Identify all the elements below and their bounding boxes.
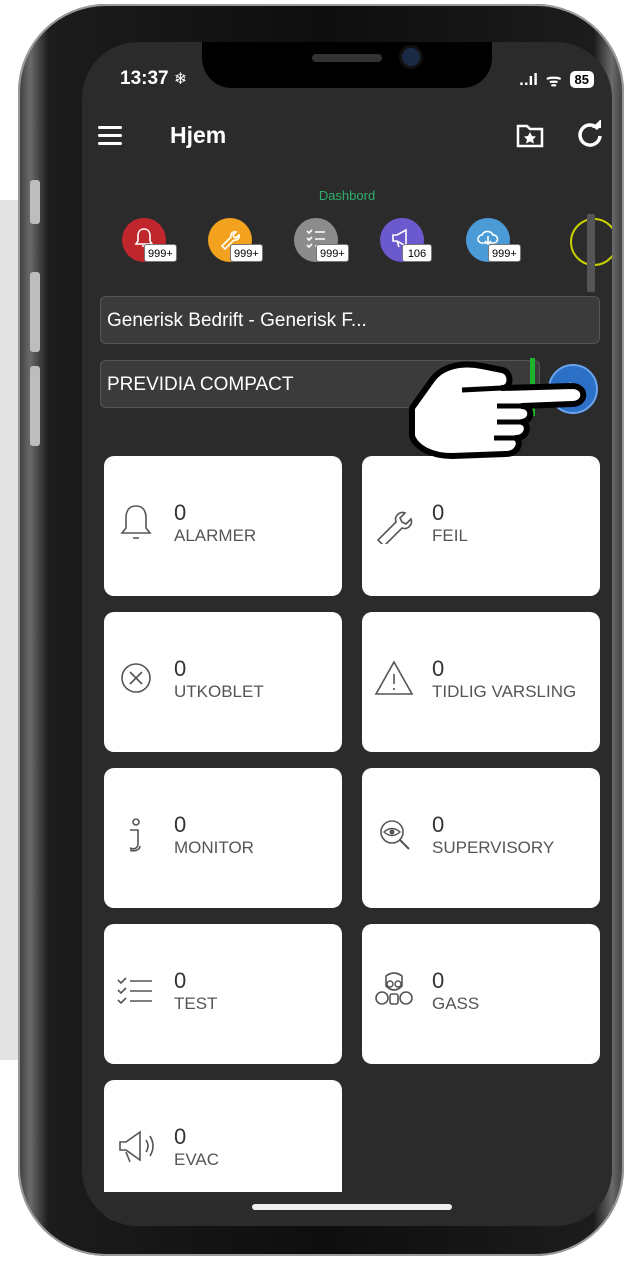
phone-side-button xyxy=(30,180,40,224)
card-count: 0 xyxy=(174,500,187,525)
card-test[interactable]: 0 TEST xyxy=(104,924,342,1064)
eye-magnifier-icon xyxy=(380,820,410,850)
app-bar: Hjem xyxy=(82,114,612,164)
favorites-folder-icon[interactable] xyxy=(516,122,544,148)
card-count: 0 xyxy=(174,812,187,837)
home-indicator[interactable] xyxy=(252,1204,452,1210)
site-selector[interactable]: Generisk Bedrift - Generisk F... xyxy=(100,296,600,344)
checklist-icon xyxy=(117,977,152,1005)
card-supervisory[interactable]: 0 SUPERVISORY xyxy=(362,768,600,908)
cloud-tile[interactable]: 999+ xyxy=(466,218,521,262)
cloud-count-badge: 999+ xyxy=(488,244,521,262)
snow-icon: ❄ xyxy=(173,71,188,88)
status-grid: 0 ALARMER 0 FEIL 0 UTKOBLET 0 TIDLIG VAR… xyxy=(82,456,612,1226)
gas-mask-icon xyxy=(375,972,413,1005)
phone-notch xyxy=(202,42,492,88)
fault-tile[interactable]: 999+ xyxy=(208,218,263,262)
card-label: TIDLIG VARSLING xyxy=(432,682,577,701)
wrench-icon xyxy=(376,511,413,544)
card-count: 0 xyxy=(432,968,445,993)
card-label: UTKOBLET xyxy=(174,682,264,701)
camera xyxy=(402,48,420,66)
wifi-icon: ᯤ xyxy=(546,71,562,90)
card-utkoblet[interactable]: 0 UTKOBLET xyxy=(104,612,342,752)
card-label: SUPERVISORY xyxy=(432,838,555,857)
card-feil[interactable]: 0 FEIL xyxy=(362,456,600,596)
card-label: ALARMER xyxy=(174,526,257,545)
card-gass[interactable]: 0 GASS xyxy=(362,924,600,1064)
test-count-badge: 999+ xyxy=(316,244,349,262)
card-count: 0 xyxy=(174,1124,187,1149)
status-time-text: 13:37 xyxy=(120,68,169,89)
test-tile[interactable]: 999+ xyxy=(294,218,349,262)
signal-icon: ..ıl xyxy=(519,69,538,89)
card-alarmer[interactable]: 0 ALARMER xyxy=(104,456,342,596)
card-label: GASS xyxy=(432,994,480,1013)
card-label: EVAC xyxy=(174,1150,220,1169)
battery-indicator: 85 xyxy=(569,71,594,88)
megaphone-icon xyxy=(119,1130,154,1163)
evac-count-badge: 106 xyxy=(402,244,432,262)
panel-selector-value: PREVIDIA COMPACT xyxy=(107,374,294,395)
page-title: Hjem xyxy=(170,122,227,148)
fault-count-badge: 999+ xyxy=(230,244,263,262)
card-label: TEST xyxy=(174,994,218,1013)
status-time: 13:37 ❄ xyxy=(120,68,187,90)
tiles-scrollbar[interactable] xyxy=(587,214,595,292)
dashboard-label: Dashbord xyxy=(318,188,376,203)
card-label: MONITOR xyxy=(174,838,254,857)
alarm-count-badge: 999+ xyxy=(144,244,177,262)
evac-tile[interactable]: 106 xyxy=(380,218,432,262)
pointing-hand-icon xyxy=(409,361,587,459)
card-tidlig-varsling[interactable]: 0 TIDLIG VARSLING xyxy=(362,612,600,752)
refresh-icon[interactable] xyxy=(576,120,604,148)
phone-side-button xyxy=(30,366,40,446)
phone-side-button xyxy=(30,272,40,352)
phone-frame: 13:37 ❄ ..ıl ᯤ 85 Hjem Dashbord 999+ 999… xyxy=(18,4,624,1256)
warning-triangle-icon xyxy=(374,660,414,695)
card-count: 0 xyxy=(432,812,445,837)
info-icon xyxy=(129,818,141,852)
bell-icon xyxy=(120,505,152,539)
alarm-tile[interactable]: 999+ xyxy=(122,218,177,262)
disabled-x-icon xyxy=(121,663,151,693)
card-count: 0 xyxy=(432,656,445,681)
card-count: 0 xyxy=(432,500,445,525)
status-indicators: ..ıl ᯤ 85 xyxy=(519,68,594,91)
speaker xyxy=(312,54,382,62)
dashboard-tiles: 999+ 999+ 999+ 106 999+ xyxy=(122,218,521,278)
card-count: 0 xyxy=(174,656,187,681)
app-screen: 13:37 ❄ ..ıl ᯤ 85 Hjem Dashbord 999+ 999… xyxy=(82,42,612,1226)
card-label: FEIL xyxy=(432,526,468,545)
site-selector-value: Generisk Bedrift - Generisk F... xyxy=(107,310,367,331)
card-monitor[interactable]: 0 MONITOR xyxy=(104,768,342,908)
hamburger-menu-icon[interactable] xyxy=(98,126,122,146)
card-count: 0 xyxy=(174,968,187,993)
